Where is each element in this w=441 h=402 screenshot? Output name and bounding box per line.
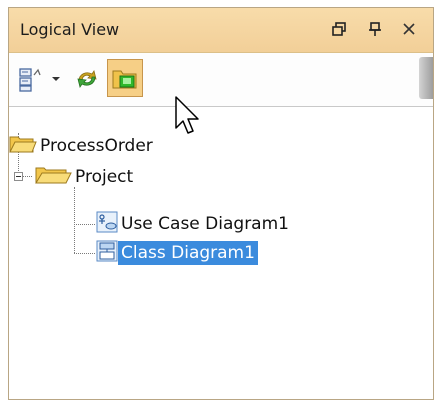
tree-connector	[74, 253, 95, 254]
tree-node-processorder[interactable]: ProcessOrder	[9, 133, 156, 159]
open-folder-icon	[32, 165, 72, 190]
pin-icon[interactable]	[363, 17, 387, 41]
tree-node-project[interactable]: Project	[32, 164, 136, 190]
model-tree: ProcessOrder Project Use Case Diagram1 C…	[9, 107, 433, 399]
restore-window-icon[interactable]	[327, 17, 351, 41]
dropdown-arrow-icon[interactable]	[49, 70, 63, 88]
use-case-diagram-icon	[96, 211, 118, 238]
tree-node-label: Class Diagram1	[118, 241, 258, 265]
tree-node-class-diagram[interactable]: Class Diagram1	[96, 240, 258, 266]
refresh-icon[interactable]	[72, 64, 102, 94]
toolbar-scroll-edge	[419, 57, 433, 99]
model-tree-icon[interactable]	[15, 64, 45, 94]
tree-node-label: Use Case Diagram1	[121, 214, 289, 234]
panel-toolbar	[9, 53, 433, 107]
class-diagram-icon	[96, 240, 118, 267]
open-folder-icon[interactable]	[107, 59, 143, 97]
tree-node-label: ProcessOrder	[40, 136, 153, 156]
tree-connector	[23, 176, 32, 177]
panel-title: Logical View	[20, 20, 120, 39]
tree-node-use-case-diagram[interactable]: Use Case Diagram1	[96, 211, 292, 237]
logical-view-panel: Logical View ProcessOrder Project Use Ca…	[8, 7, 434, 400]
panel-titlebar[interactable]: Logical View	[9, 8, 433, 53]
close-icon[interactable]	[397, 17, 421, 41]
tree-node-label: Project	[75, 167, 134, 187]
mouse-cursor-icon	[174, 95, 204, 141]
collapse-toggle[interactable]	[14, 172, 23, 181]
tree-connector	[74, 224, 95, 225]
open-folder-icon	[9, 134, 37, 159]
tree-connector	[74, 187, 75, 253]
